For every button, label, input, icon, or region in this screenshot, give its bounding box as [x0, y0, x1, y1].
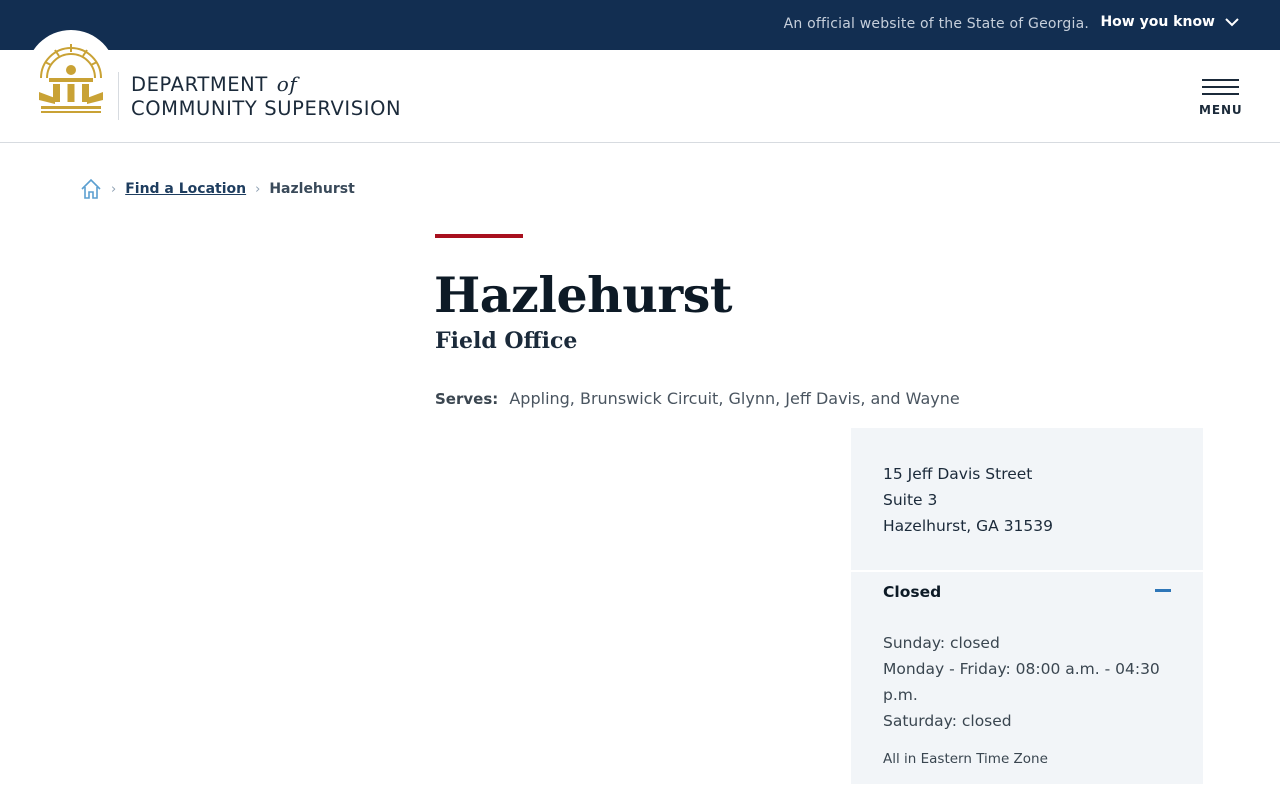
address-line: Hazelhurst, GA 31539 — [883, 517, 1054, 535]
chevron-right-icon: › — [111, 181, 117, 197]
home-logo-link[interactable] — [26, 30, 116, 120]
hours-item: Monday - Friday: 08:00 a.m. - 04:30 p.m. — [883, 660, 1160, 704]
serves-label: Serves: — [435, 390, 499, 408]
chevron-right-icon: › — [255, 181, 261, 197]
page-subtitle: Field Office — [435, 328, 578, 354]
logo-line-2: COMMUNITY SUPERVISION — [131, 97, 402, 120]
home-icon[interactable] — [80, 178, 102, 200]
how-you-know-label: How you know — [1100, 14, 1215, 30]
chevron-down-icon — [1225, 17, 1239, 26]
official-website-text: An official website of the State of Geor… — [783, 16, 1089, 32]
address-line: 15 Jeff Davis Street — [883, 465, 1033, 483]
menu-button[interactable]: MENU — [1199, 79, 1243, 117]
logo-divider — [118, 72, 119, 120]
serves-row: Serves: Appling, Brunswick Circuit, Glyn… — [435, 389, 960, 408]
accent-rule — [435, 234, 523, 238]
how-you-know-button[interactable]: How you know — [1100, 14, 1239, 30]
address-block: 15 Jeff Davis Street Suite 3 Hazelhurst,… — [883, 461, 1053, 539]
breadcrumb: › Find a Location › Hazlehurst — [80, 178, 355, 200]
breadcrumb-find-location[interactable]: Find a Location — [125, 181, 246, 197]
collapse-hours-button[interactable] — [1155, 589, 1171, 592]
menu-label: MENU — [1199, 103, 1243, 117]
address-line: Suite 3 — [883, 491, 938, 509]
hours-item: Saturday: closed — [883, 712, 1012, 730]
hours-item: Sunday: closed — [883, 634, 1000, 652]
page-title: Hazlehurst — [434, 266, 732, 324]
georgia-seal-icon — [39, 44, 103, 113]
department-name[interactable]: DEPARTMENT of COMMUNITY SUPERVISION — [131, 72, 401, 121]
serves-counties: Appling, Brunswick Circuit, Glynn, Jeff … — [509, 389, 960, 408]
logo-of: of — [276, 72, 298, 96]
location-info-card: 15 Jeff Davis Street Suite 3 Hazelhurst,… — [851, 428, 1203, 784]
timezone-note: All in Eastern Time Zone — [883, 751, 1048, 767]
hamburger-icon — [1201, 79, 1239, 95]
gov-banner: An official website of the State of Geor… — [0, 0, 1280, 50]
logo-line-1: DEPARTMENT of — [131, 72, 298, 96]
hours-status[interactable]: Closed — [883, 583, 941, 601]
breadcrumb-current: Hazlehurst — [269, 181, 355, 197]
card-divider — [851, 570, 1203, 572]
site-header: DEPARTMENT of COMMUNITY SUPERVISION MENU — [0, 30, 1280, 143]
hours-list: Sunday: closed Monday - Friday: 08:00 a.… — [883, 630, 1183, 734]
